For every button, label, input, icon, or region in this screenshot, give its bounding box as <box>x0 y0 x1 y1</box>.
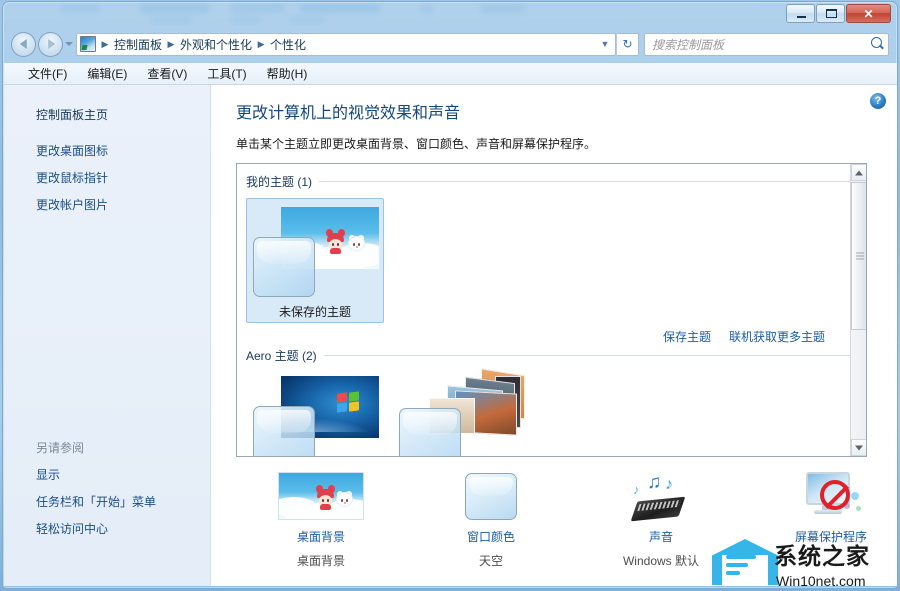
sidebar-item-desktop-icons[interactable]: 更改桌面图标 <box>4 137 210 164</box>
theme-thumbnail <box>251 203 379 299</box>
control-panel-icon <box>80 36 96 52</box>
sidebar-item-account-picture[interactable]: 更改帐户图片 <box>4 191 210 218</box>
theme-scroll-region: 我的主题 (1) <box>237 164 851 456</box>
window-controls: ✕ <box>786 4 891 23</box>
sidebar-item-mouse-pointers[interactable]: 更改鼠标指针 <box>4 164 210 191</box>
minimize-button[interactable] <box>786 4 815 23</box>
window-glass-preview <box>253 237 315 297</box>
watermark-logo-icon <box>712 539 778 585</box>
page-title: 更改计算机上的视觉效果和声音 <box>236 99 898 123</box>
breadcrumb-separator-0: ▶ <box>99 39 111 50</box>
theme-tile-unsaved[interactable]: 未保存的主题 <box>246 198 384 323</box>
scrollbar-thumb[interactable] <box>851 182 867 330</box>
setting-label[interactable]: 桌面背景 <box>236 528 406 545</box>
close-icon: ✕ <box>847 8 890 20</box>
setting-window-color[interactable]: 窗口颜色 天空 <box>406 468 576 569</box>
refresh-button[interactable]: ↻ <box>617 33 639 56</box>
search-icon <box>870 37 884 51</box>
theme-name: 未保存的主题 <box>251 299 379 320</box>
recent-pages-icon[interactable] <box>63 34 74 54</box>
group-label-aero-themes: Aero 主题 (2) <box>246 347 317 364</box>
icon-wrap <box>406 468 576 524</box>
breadcrumb-item-2[interactable]: 个性化 <box>267 35 309 54</box>
breadcrumb-item-1[interactable]: 外观和个性化 <box>177 35 255 54</box>
content-area: 控制面板主页 更改桌面图标 更改鼠标指针 更改帐户图片 另请参阅 显示 任务栏和… <box>4 85 898 586</box>
icon-wrap <box>746 468 898 524</box>
icon-wrap <box>236 468 406 524</box>
sidebar-item-ease-of-access[interactable]: 轻松访问中心 <box>4 515 210 542</box>
address-toolbar: ▶ 控制面板 ▶ 外观和个性化 ▶ 个性化 ▼ ↻ 搜索控制面板 <box>3 26 897 62</box>
main-pane: ? 更改计算机上的视觉效果和声音 单击某个主题立即更改桌面背景、窗口颜色、声音和… <box>211 85 898 586</box>
menu-edit[interactable]: 编辑(E) <box>77 63 137 84</box>
window-glass-preview <box>399 408 461 457</box>
site-watermark: 系统之家 Win10net.com <box>712 533 894 589</box>
setting-label[interactable]: 窗口颜色 <box>406 528 576 545</box>
back-button[interactable] <box>11 32 36 57</box>
back-arrow-icon <box>19 39 26 49</box>
menu-bar: 文件(F) 编辑(E) 查看(V) 工具(T) 帮助(H) <box>4 63 898 85</box>
watermark-url: Win10net.com <box>776 573 865 589</box>
theme-actions: 保存主题 联机获取更多主题 <box>663 328 825 446</box>
theme-thumbnail <box>251 372 379 457</box>
see-also-heading: 另请参阅 <box>4 435 210 461</box>
sound-icon: ♪ ♫ ♪ <box>629 471 693 521</box>
character-red-icon <box>327 233 344 253</box>
address-bar[interactable]: ▶ 控制面板 ▶ 外观和个性化 ▶ 个性化 ▼ <box>76 33 616 56</box>
window-color-icon <box>465 473 517 520</box>
breadcrumb-separator-1: ▶ <box>165 39 177 50</box>
page-subtitle: 单击某个主题立即更改桌面背景、窗口颜色、声音和屏幕保护程序。 <box>236 135 898 152</box>
desktop-background-icon <box>278 472 364 520</box>
setting-desktop-background[interactable]: 桌面背景 桌面背景 <box>236 468 406 569</box>
save-theme-link[interactable]: 保存主题 <box>663 328 711 446</box>
maximize-button[interactable] <box>816 4 845 23</box>
close-button[interactable]: ✕ <box>846 4 891 23</box>
help-icon[interactable]: ? <box>870 93 886 109</box>
breadcrumb: ▶ 控制面板 ▶ 外观和个性化 ▶ 个性化 <box>99 35 309 54</box>
menu-help[interactable]: 帮助(H) <box>257 63 318 84</box>
group-label-my-themes: 我的主题 (1) <box>246 173 312 190</box>
window-glass-preview <box>253 406 315 457</box>
theme-list-scrollbar[interactable] <box>850 164 866 456</box>
windows-logo-icon <box>337 392 361 414</box>
breadcrumb-separator-2: ▶ <box>255 39 267 50</box>
refresh-icon: ↻ <box>622 37 632 51</box>
scroll-up-button[interactable] <box>851 164 867 181</box>
sidebar-item-taskbar[interactable]: 任务栏和「开始」菜单 <box>4 488 210 515</box>
search-input[interactable]: 搜索控制面板 <box>652 36 870 53</box>
title-bar: ✕ <box>3 2 897 26</box>
screen-saver-icon <box>800 470 862 522</box>
setting-value: 桌面背景 <box>236 552 406 569</box>
theme-list-box: 我的主题 (1) <box>236 163 867 457</box>
icon-wrap: ♪ ♫ ♪ <box>576 468 746 524</box>
sidebar-item-display[interactable]: 显示 <box>4 461 210 488</box>
character-white-icon <box>349 237 364 253</box>
see-also-section: 另请参阅 显示 任务栏和「开始」菜单 轻松访问中心 <box>4 435 210 542</box>
watermark-title: 系统之家 <box>774 537 870 571</box>
sidebar-item-home[interactable]: 控制面板主页 <box>4 101 210 137</box>
address-dropdown-icon[interactable]: ▼ <box>597 39 613 49</box>
forward-arrow-icon <box>48 39 55 49</box>
menu-view[interactable]: 查看(V) <box>137 63 197 84</box>
search-box[interactable]: 搜索控制面板 <box>644 33 889 56</box>
scroll-down-button[interactable] <box>851 439 867 456</box>
forward-button[interactable] <box>38 32 63 57</box>
menu-file[interactable]: 文件(F) <box>18 63 77 84</box>
setting-value: 天空 <box>406 552 576 569</box>
theme-tile-architecture[interactable] <box>399 372 529 457</box>
group-header-my-themes: 我的主题 (1) <box>246 173 851 190</box>
theme-thumbnail <box>399 372 527 457</box>
menu-tools[interactable]: 工具(T) <box>197 63 256 84</box>
no-entry-icon <box>820 480 850 510</box>
scrollbar-grip-icon <box>856 251 864 262</box>
sidebar: 控制面板主页 更改桌面图标 更改鼠标指针 更改帐户图片 另请参阅 显示 任务栏和… <box>4 85 211 586</box>
personalization-window: ✕ ▶ 控制面板 ▶ 外观和个性化 ▶ 个性化 ▼ ↻ <box>2 1 898 589</box>
get-more-themes-link[interactable]: 联机获取更多主题 <box>729 328 825 446</box>
theme-tile-windows7[interactable] <box>251 372 381 457</box>
theme-tiles-my-themes: 未保存的主题 <box>246 198 851 323</box>
group-divider <box>319 181 851 182</box>
breadcrumb-item-0[interactable]: 控制面板 <box>111 35 165 54</box>
